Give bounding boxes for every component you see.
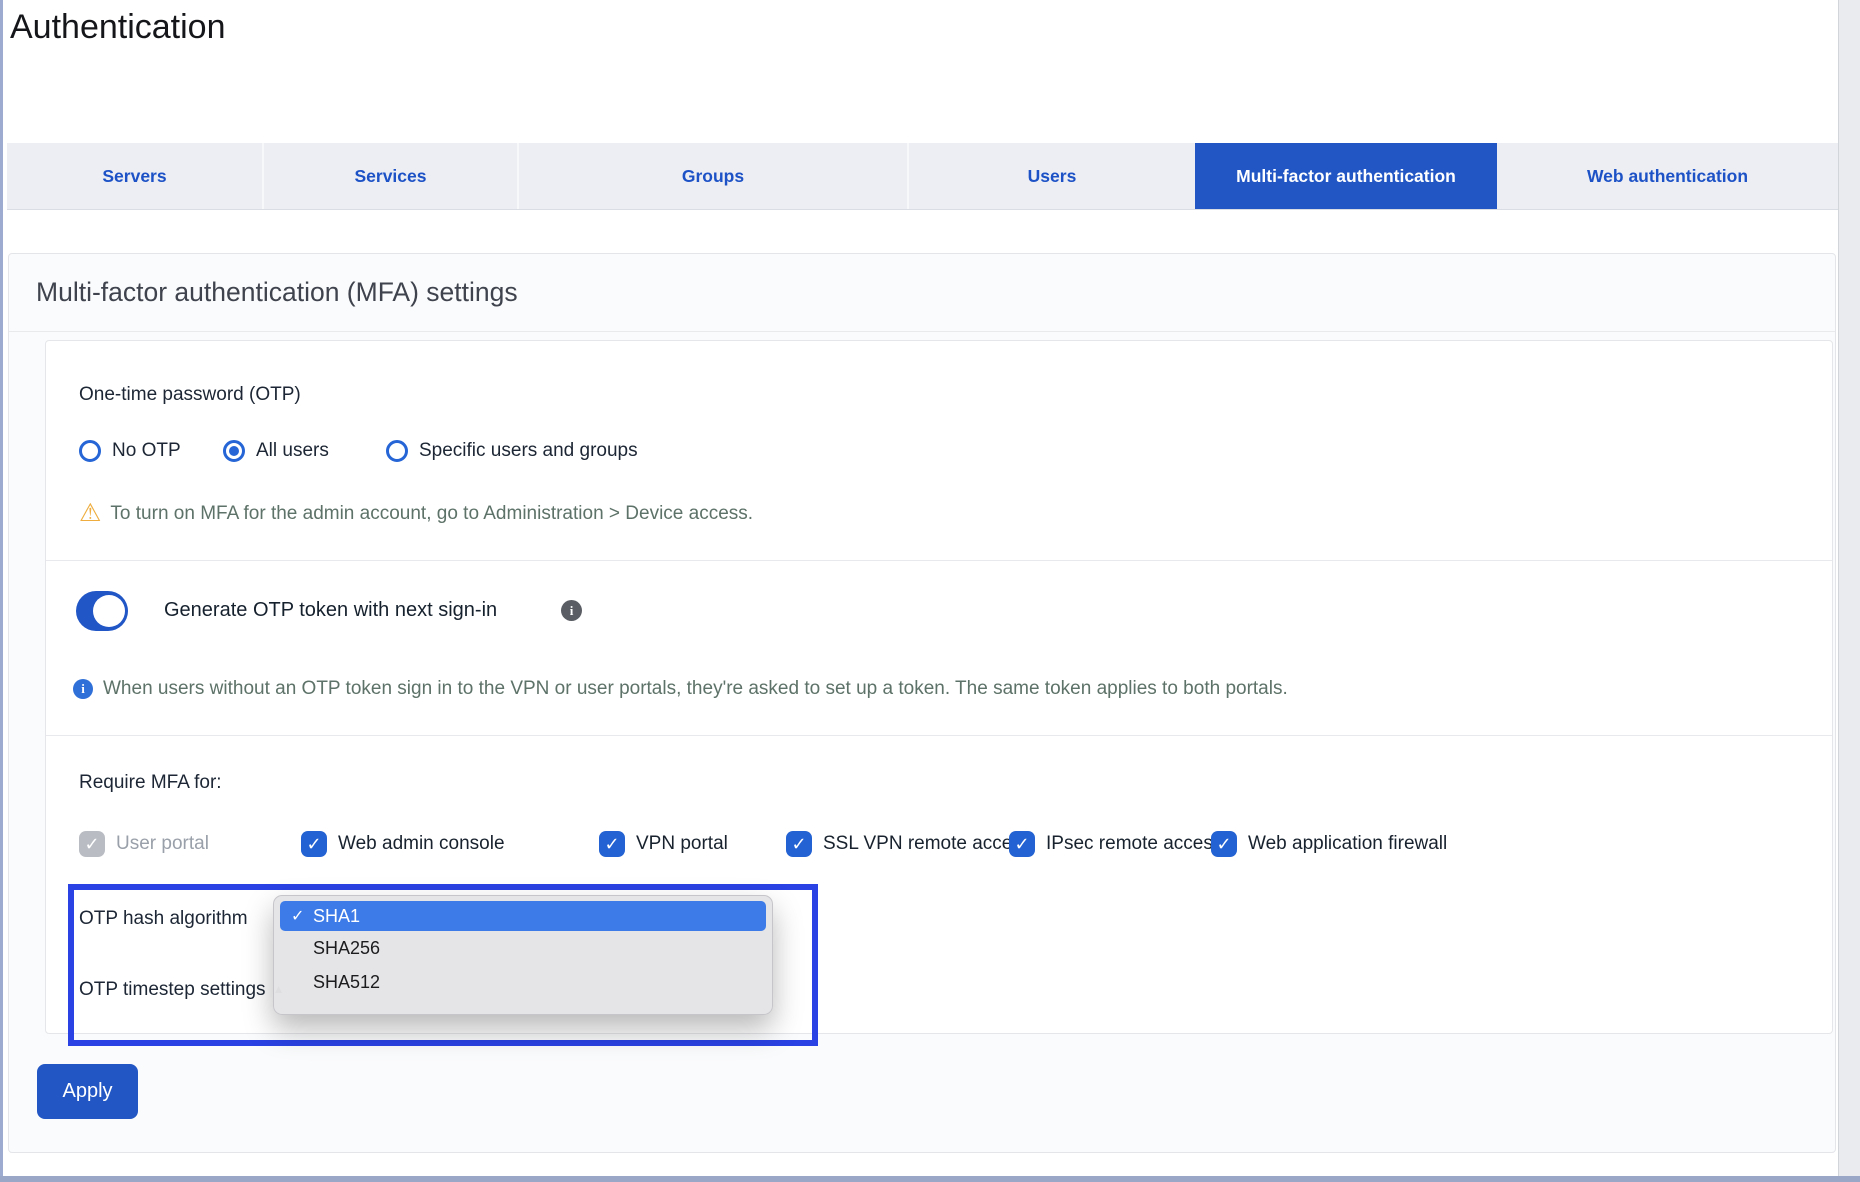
toggle-knob[interactable] bbox=[93, 595, 125, 627]
checkbox-label: VPN portal bbox=[636, 833, 728, 855]
checkbox-user-portal: ✓ User portal bbox=[79, 831, 209, 857]
radio-selected-icon[interactable] bbox=[223, 440, 245, 462]
warning-icon: ⚠ bbox=[79, 501, 101, 526]
checkbox-label: Web application firewall bbox=[1248, 833, 1447, 855]
radio-specific-users-groups[interactable]: Specific users and groups bbox=[386, 438, 638, 464]
radio-label: No OTP bbox=[112, 440, 181, 462]
checkbox-checked-icon[interactable]: ✓ bbox=[1009, 831, 1035, 857]
menu-check-icon: ✓ bbox=[291, 906, 307, 926]
checkbox-checked-icon[interactable]: ✓ bbox=[1211, 831, 1237, 857]
checkbox-checked-icon[interactable]: ✓ bbox=[786, 831, 812, 857]
otp-hash-algorithm-label: OTP hash algorithm bbox=[79, 907, 248, 931]
checkbox-label: SSL VPN remote access bbox=[823, 833, 1031, 855]
page-title: Authentication bbox=[10, 8, 226, 47]
radio-label: All users bbox=[256, 440, 329, 462]
info-icon: i bbox=[73, 679, 93, 699]
otp-token-info-note: i When users without an OTP token sign i… bbox=[73, 678, 1288, 700]
generate-otp-toggle-label: Generate OTP token with next sign-in bbox=[164, 599, 497, 622]
checkbox-checked-icon[interactable]: ✓ bbox=[301, 831, 327, 857]
divider bbox=[46, 735, 1832, 736]
checkbox-checked-icon: ✓ bbox=[79, 831, 105, 857]
window-bottom-edge bbox=[0, 1176, 1860, 1182]
checkbox-web-application-firewall[interactable]: ✓ Web application firewall bbox=[1211, 831, 1447, 857]
info-text: When users without an OTP token sign in … bbox=[103, 678, 1288, 700]
tab-web-authentication[interactable]: Web authentication bbox=[1497, 143, 1838, 209]
checkbox-ssl-vpn-remote-access[interactable]: ✓ SSL VPN remote access bbox=[786, 831, 1031, 857]
otp-section-label: One-time password (OTP) bbox=[79, 383, 301, 407]
otp-hash-algorithm-dropdown-menu: ✓ SHA1 SHA256 SHA512 bbox=[273, 895, 773, 1015]
radio-no-otp[interactable]: No OTP bbox=[79, 438, 181, 464]
dropdown-option-label: SHA512 bbox=[313, 972, 380, 993]
checkbox-checked-icon[interactable]: ✓ bbox=[599, 831, 625, 857]
apply-button[interactable]: Apply bbox=[37, 1064, 138, 1119]
info-tooltip-icon[interactable]: i bbox=[561, 600, 582, 621]
tab-servers[interactable]: Servers bbox=[7, 143, 262, 209]
dropdown-option-sha1[interactable]: ✓ SHA1 bbox=[280, 901, 766, 931]
checkbox-label: User portal bbox=[116, 833, 209, 855]
radio-label: Specific users and groups bbox=[419, 440, 638, 462]
tab-multi-factor-authentication[interactable]: Multi-factor authentication bbox=[1195, 143, 1497, 209]
window-left-edge bbox=[0, 0, 3, 1182]
otp-timestep-settings-label: OTP timestep settings bbox=[79, 979, 266, 1000]
require-mfa-label: Require MFA for: bbox=[79, 771, 222, 795]
dropdown-option-label: SHA256 bbox=[313, 938, 380, 959]
dropdown-option-sha512[interactable]: SHA512 bbox=[280, 965, 766, 999]
checkbox-vpn-portal[interactable]: ✓ VPN portal bbox=[599, 831, 728, 857]
tab-services[interactable]: Services bbox=[262, 143, 517, 209]
warning-text: To turn on MFA for the admin account, go… bbox=[110, 503, 753, 525]
dropdown-option-sha256[interactable]: SHA256 bbox=[280, 931, 766, 965]
admin-mfa-warning: ⚠ To turn on MFA for the admin account, … bbox=[79, 501, 753, 526]
tab-groups[interactable]: Groups bbox=[517, 143, 907, 209]
checkbox-ipsec-remote-access[interactable]: ✓ IPsec remote access bbox=[1009, 831, 1222, 857]
tab-users[interactable]: Users bbox=[907, 143, 1195, 209]
tab-bar: Servers Services Groups Users Multi-fact… bbox=[7, 143, 1838, 210]
otp-timestep-settings-expander[interactable]: OTP timestep settings▲ bbox=[79, 977, 284, 1002]
generate-otp-toggle[interactable] bbox=[76, 591, 128, 631]
vertical-scrollbar[interactable] bbox=[1838, 0, 1860, 1182]
divider bbox=[46, 560, 1832, 561]
section-heading: Multi-factor authentication (MFA) settin… bbox=[9, 254, 1835, 332]
mfa-settings-panel: Multi-factor authentication (MFA) settin… bbox=[8, 253, 1836, 1153]
checkbox-label: Web admin console bbox=[338, 833, 505, 855]
radio-circle-icon[interactable] bbox=[79, 440, 101, 462]
radio-circle-icon[interactable] bbox=[386, 440, 408, 462]
dropdown-option-label: SHA1 bbox=[313, 906, 360, 927]
checkbox-label: IPsec remote access bbox=[1046, 833, 1222, 855]
radio-all-users[interactable]: All users bbox=[223, 438, 329, 464]
checkbox-web-admin-console[interactable]: ✓ Web admin console bbox=[301, 831, 505, 857]
